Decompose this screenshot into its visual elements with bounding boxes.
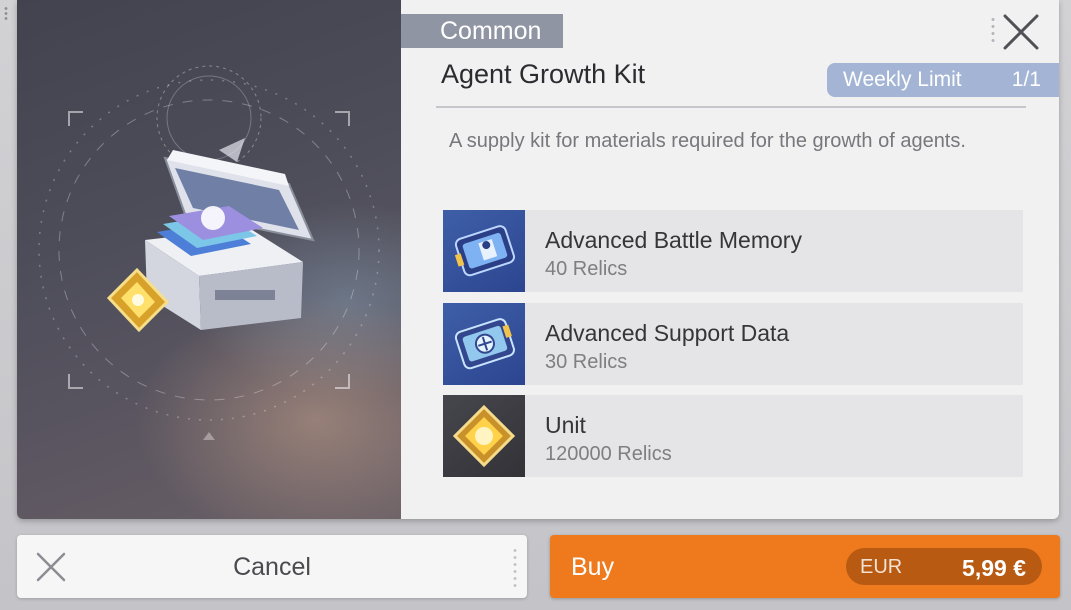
item-quantity: 120000 Relics	[545, 443, 672, 465]
unit-gold-gem-icon	[443, 395, 525, 477]
contents-list: Advanced Battle Memory 40 Relics Advance…	[443, 210, 1023, 488]
item-quantity: 40 Relics	[545, 258, 628, 280]
item-name: Advanced Support Data	[545, 319, 790, 346]
product-dialog: Common Agent Growth Kit Weekly Limit 1/1…	[17, 0, 1059, 519]
supply-chest-illustration	[106, 150, 315, 333]
item-name: Unit	[545, 412, 586, 438]
buy-label: Buy	[571, 553, 615, 581]
product-description: A supply kit for materials required for …	[449, 130, 966, 152]
separator-dots	[991, 16, 995, 44]
rarity-tag: Common	[401, 14, 563, 48]
weekly-limit-badge: Weekly Limit 1/1	[827, 63, 1059, 97]
price-value: 5,99 €	[962, 555, 1026, 581]
list-item[interactable]: Advanced Support Data 30 Relics	[443, 302, 1023, 385]
close-icon	[1003, 14, 1039, 50]
drag-handle	[3, 6, 9, 20]
support-data-chip-icon	[443, 302, 525, 385]
currency-code: EUR	[860, 556, 903, 578]
item-name: Advanced Battle Memory	[545, 227, 802, 253]
cancel-button[interactable]: Cancel	[17, 535, 527, 598]
weekly-limit-count: 1/1	[1011, 68, 1041, 91]
separator-dots	[513, 547, 517, 587]
close-button[interactable]	[1001, 12, 1041, 52]
weekly-limit-label: Weekly Limit	[843, 68, 962, 91]
item-quantity: 30 Relics	[545, 350, 628, 373]
cancel-label: Cancel	[233, 553, 311, 581]
price-pill: EUR 5,99 €	[846, 548, 1042, 585]
battle-memory-chip-icon	[443, 210, 525, 292]
list-item[interactable]: Advanced Battle Memory 40 Relics	[443, 210, 1023, 292]
list-item[interactable]: Unit 120000 Relics	[443, 395, 1023, 477]
product-artwork	[17, 0, 401, 519]
product-info-panel: Common Agent Growth Kit Weekly Limit 1/1…	[401, 0, 1059, 519]
product-title: Agent Growth Kit	[441, 59, 646, 89]
title-divider	[436, 106, 1026, 108]
buy-button[interactable]: Buy EUR 5,99 €	[550, 535, 1060, 598]
